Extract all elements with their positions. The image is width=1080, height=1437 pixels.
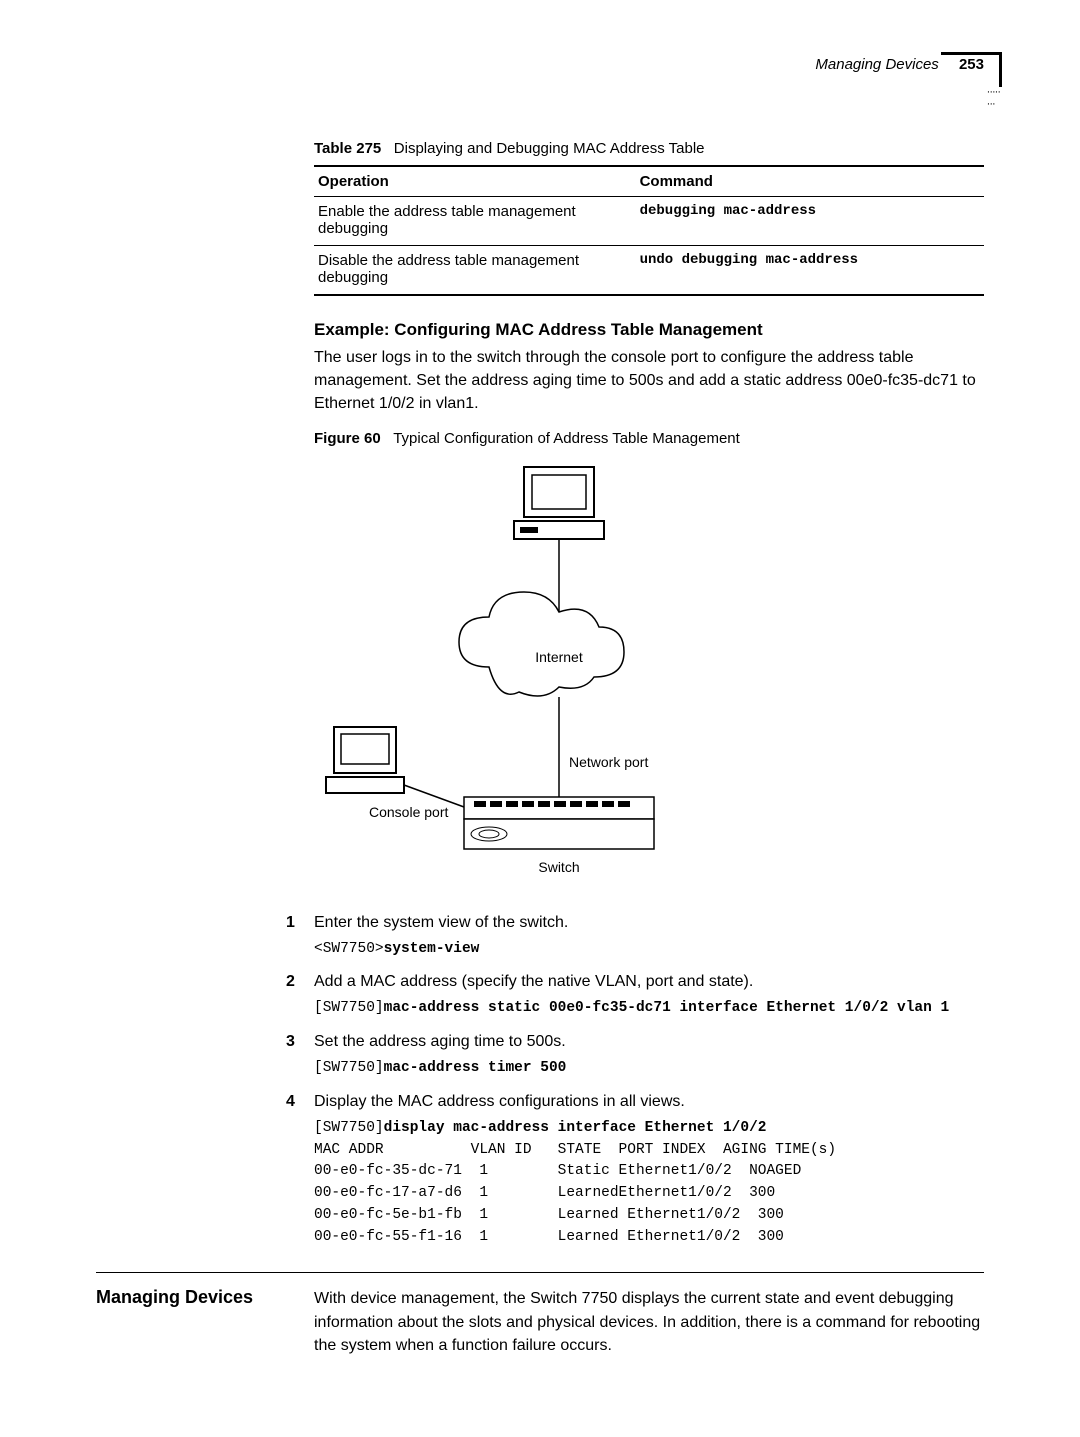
code-block: [SW7750]display mac-address interface Et… bbox=[314, 1118, 984, 1249]
section-row: Managing Devices With device management,… bbox=[96, 1287, 984, 1357]
main-column: Table 275 Displaying and Debugging MAC A… bbox=[314, 140, 984, 1357]
table-row: Enable the address table management debu… bbox=[314, 197, 984, 246]
step-list: 1 Enter the system view of the switch. <… bbox=[314, 911, 984, 1249]
output-row: 00-e0-fc-17-a7-d6 1 LearnedEthernet1/0/2… bbox=[314, 1185, 775, 1201]
step-number: 3 bbox=[286, 1030, 295, 1054]
step-text: Display the MAC address configurations i… bbox=[314, 1093, 685, 1110]
op-cell: Enable the address table management debu… bbox=[314, 197, 636, 246]
code-block: [SW7750]mac-address static 00e0-fc35-dc7… bbox=[314, 998, 984, 1020]
output-header: MAC ADDR VLAN ID STATE PORT INDEX AGING … bbox=[314, 1142, 836, 1158]
code-bold: mac-address timer 500 bbox=[384, 1060, 567, 1076]
code-prefix: <SW7750> bbox=[314, 941, 384, 957]
step-text: Enter the system view of the switch. bbox=[314, 914, 568, 931]
cmd-cell: undo debugging mac-address bbox=[636, 246, 984, 296]
pc-top-icon bbox=[514, 467, 604, 539]
col-operation: Operation bbox=[314, 166, 636, 197]
switch-icon bbox=[464, 797, 654, 849]
table-caption-text: Displaying and Debugging MAC Address Tab… bbox=[394, 140, 705, 157]
step-item: 3 Set the address aging time to 500s. [S… bbox=[314, 1030, 984, 1080]
section-rule bbox=[96, 1272, 984, 1273]
section-body: With device management, the Switch 7750 … bbox=[314, 1287, 984, 1357]
table-caption: Table 275 Displaying and Debugging MAC A… bbox=[314, 140, 984, 157]
step-number: 4 bbox=[286, 1090, 295, 1114]
step-item: 2 Add a MAC address (specify the native … bbox=[314, 970, 984, 1020]
code-bold: system-view bbox=[384, 941, 480, 957]
code-bold: display mac-address interface Ethernet 1… bbox=[384, 1120, 767, 1136]
command-table: Operation Command Enable the address tab… bbox=[314, 165, 984, 296]
page: ········ Managing Devices 253 Table 275 … bbox=[0, 0, 1080, 1437]
example-heading: Example: Configuring MAC Address Table M… bbox=[314, 320, 984, 340]
console-port-label: Console port bbox=[369, 804, 448, 820]
running-title-wrap: Managing Devices 253 bbox=[815, 56, 984, 73]
step-number: 2 bbox=[286, 970, 295, 994]
internet-label: Internet bbox=[535, 649, 583, 665]
section-heading: Managing Devices bbox=[96, 1287, 314, 1308]
output-row: 00-e0-fc-35-dc-71 1 Static Ethernet1/0/2… bbox=[314, 1163, 801, 1179]
step-item: 1 Enter the system view of the switch. <… bbox=[314, 911, 984, 961]
network-port-label: Network port bbox=[569, 754, 648, 770]
running-header: ········ Managing Devices 253 bbox=[96, 56, 984, 92]
figure-diagram: Internet Network port bbox=[314, 457, 744, 897]
pc-console-icon bbox=[326, 727, 404, 793]
table-label: Table 275 bbox=[314, 140, 381, 157]
page-number: 253 bbox=[959, 56, 984, 73]
switch-label: Switch bbox=[538, 859, 579, 875]
figure-caption: Figure 60 Typical Configuration of Addre… bbox=[314, 430, 984, 447]
col-command: Command bbox=[636, 166, 984, 197]
step-text: Set the address aging time to 500s. bbox=[314, 1033, 566, 1050]
code-prefix: [SW7750] bbox=[314, 1000, 384, 1016]
output-row: 00-e0-fc-5e-b1-fb 1 Learned Ethernet1/0/… bbox=[314, 1207, 784, 1223]
code-block: [SW7750]mac-address timer 500 bbox=[314, 1058, 984, 1080]
step-text: Add a MAC address (specify the native VL… bbox=[314, 973, 753, 990]
code-prefix: [SW7750] bbox=[314, 1120, 384, 1136]
cloud-icon: Internet bbox=[459, 592, 624, 696]
header-dots: ········ bbox=[987, 86, 1000, 110]
cmd-cell: debugging mac-address bbox=[636, 197, 984, 246]
code-block: <SW7750>system-view bbox=[314, 939, 984, 961]
running-title: Managing Devices bbox=[815, 56, 938, 73]
op-cell: Disable the address table management deb… bbox=[314, 246, 636, 296]
figure-caption-text: Typical Configuration of Address Table M… bbox=[393, 430, 740, 447]
step-item: 4 Display the MAC address configurations… bbox=[314, 1090, 984, 1249]
output-row: 00-e0-fc-55-f1-16 1 Learned Ethernet1/0/… bbox=[314, 1229, 784, 1245]
code-bold: mac-address static 00e0-fc35-dc71 interf… bbox=[384, 1000, 950, 1016]
table-row: Disable the address table management deb… bbox=[314, 246, 984, 296]
code-prefix: [SW7750] bbox=[314, 1060, 384, 1076]
step-number: 1 bbox=[286, 911, 295, 935]
example-paragraph: The user logs in to the switch through t… bbox=[314, 346, 984, 416]
figure-label: Figure 60 bbox=[314, 430, 381, 447]
